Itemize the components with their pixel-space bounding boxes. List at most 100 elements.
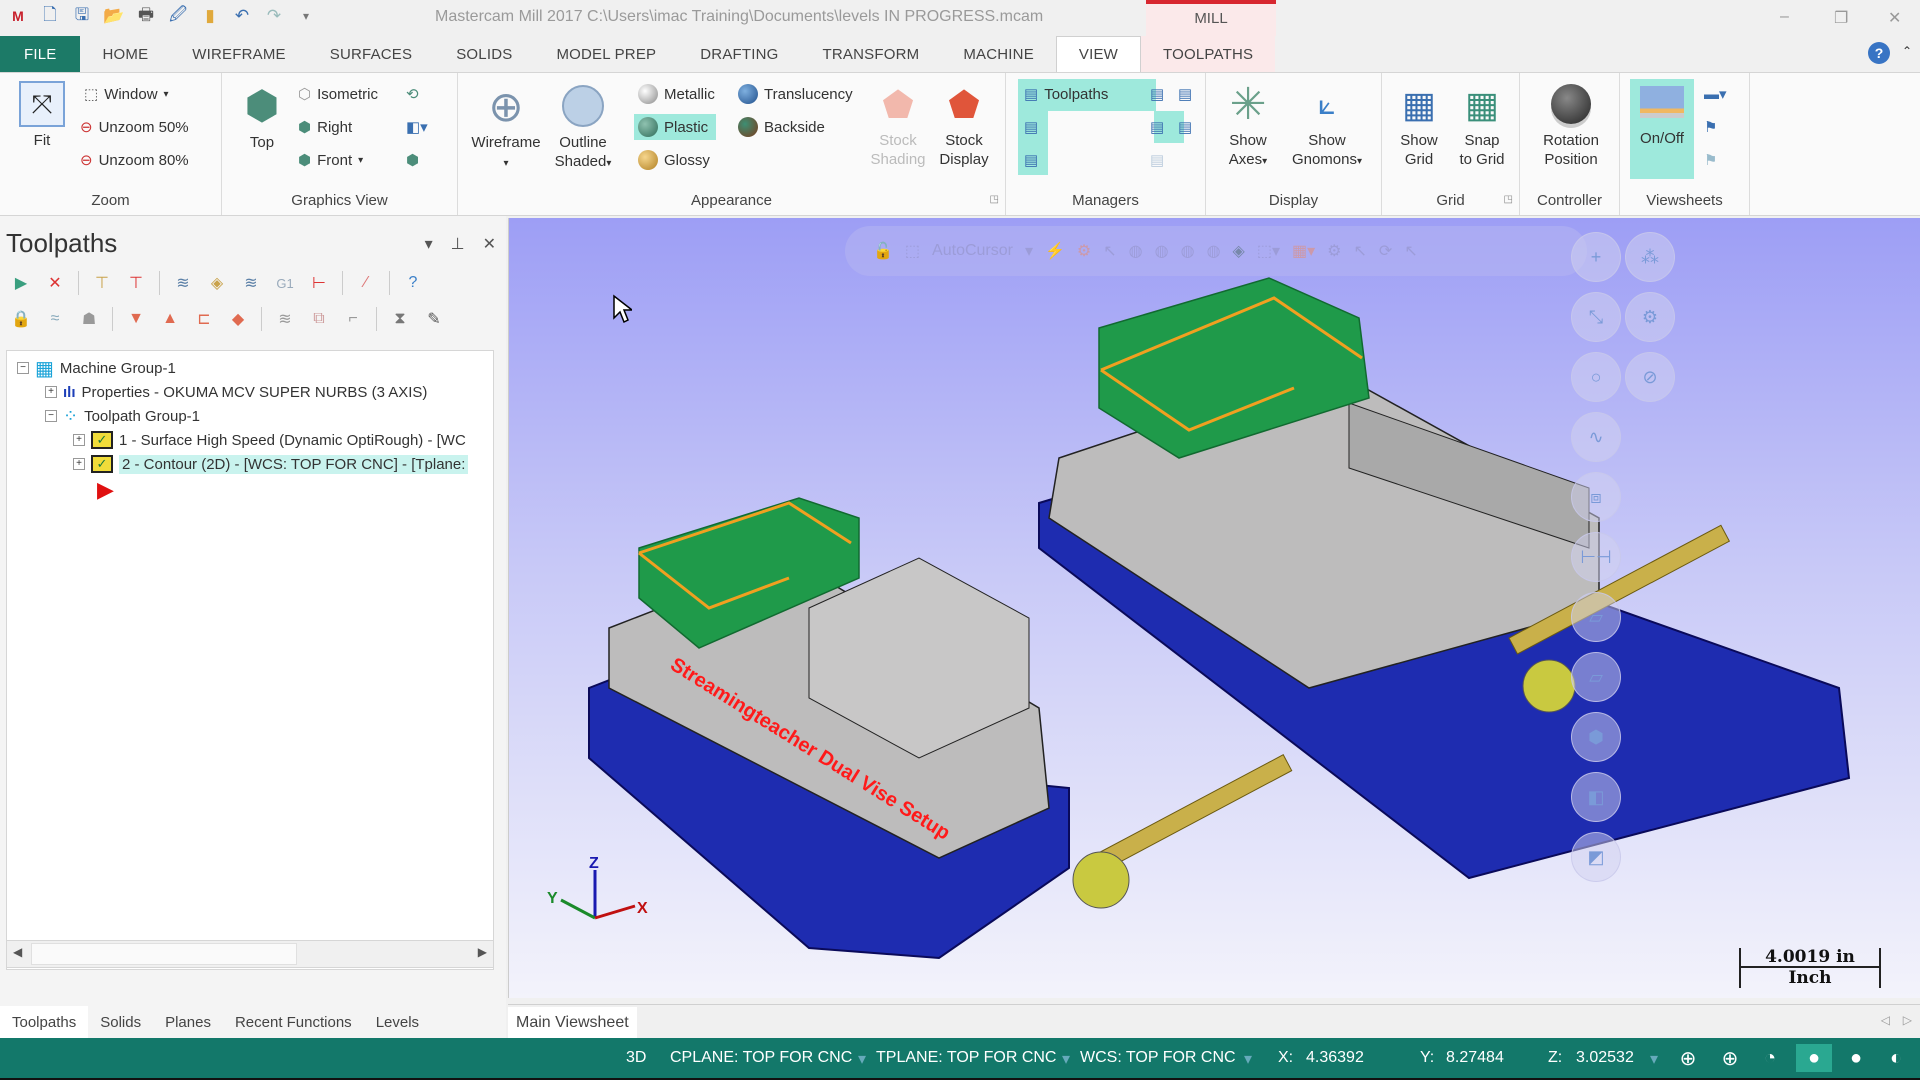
solid-tool-icon[interactable]: ⬢ <box>1571 712 1621 762</box>
box-tool-icon[interactable]: ⧈ <box>1571 472 1621 522</box>
print-icon[interactable]: 🖶 <box>134 4 158 28</box>
bottom-tab-levels[interactable]: Levels <box>364 1006 431 1038</box>
tplane-selector[interactable]: TPLANE: TOP FOR CNC <box>876 1049 1056 1067</box>
hidden-line-icon[interactable]: ⊕ <box>1716 1044 1744 1072</box>
select-tool-icon[interactable]: ≋ <box>272 306 298 332</box>
insert-arrow-icon[interactable]: ⊏ <box>191 306 217 332</box>
scrollbar-thumb[interactable] <box>31 943 297 965</box>
scroll-right-icon[interactable]: ▶ <box>478 945 487 959</box>
show-gnomons-button[interactable]: ⟀ Show Gnomons▾ <box>1282 81 1372 171</box>
horizontal-scrollbar[interactable]: ◀ ▶ <box>6 940 494 968</box>
save-view-icon[interactable]: ⬢ <box>402 147 423 173</box>
bottom-tab-solids[interactable]: Solids <box>88 1006 153 1038</box>
simulate-icon[interactable]: ≋ <box>238 270 264 296</box>
recent-functions-manager-icon[interactable]: ▤ <box>1174 114 1196 140</box>
levels-manager-icon[interactable]: ▤ <box>1020 114 1042 140</box>
layers-tool-icon[interactable]: ◩ <box>1571 832 1621 882</box>
isometric-view-button[interactable]: ⬡ Isometric <box>294 81 382 107</box>
art-manager-icon[interactable]: ▤ <box>1146 114 1168 140</box>
move-down-icon[interactable]: ▼ <box>123 306 149 332</box>
add-viewsheet-icon[interactable]: ▬▾ <box>1700 81 1731 107</box>
redo-icon[interactable]: ↷ <box>262 4 286 28</box>
outline-shaded-button[interactable]: Outline Shaded▾ <box>548 83 618 173</box>
backplot-icon[interactable]: ≋ <box>170 270 196 296</box>
dimension-tool-icon[interactable]: ⊢⊣ <box>1571 532 1621 582</box>
dropdown-icon[interactable]: ▾ <box>1650 1049 1658 1069</box>
toggle-posting-icon[interactable]: ☗ <box>76 306 102 332</box>
help-icon[interactable]: ? <box>400 270 426 296</box>
cube-tool-icon[interactable]: ◧ <box>1571 772 1621 822</box>
high-feed-icon[interactable]: ⁄ <box>353 270 379 296</box>
add-point-tool-icon[interactable]: + <box>1571 232 1621 282</box>
show-grid-button[interactable]: ▦ Show Grid <box>1388 81 1450 169</box>
collapse-icon[interactable]: − <box>17 362 29 374</box>
minimize-button[interactable]: – <box>1780 8 1789 26</box>
customize-qa-icon[interactable]: ▾ <box>294 4 318 28</box>
tab-model-prep[interactable]: MODEL PREP <box>534 36 678 72</box>
g1-icon[interactable]: G1 <box>272 270 298 296</box>
backside-button[interactable]: Backside <box>734 114 829 140</box>
expand-icon[interactable]: + <box>45 386 57 398</box>
cplane-selector[interactable]: CPLANE: TOP FOR CNC <box>670 1049 852 1067</box>
hidden-removed-icon[interactable]: ◔ <box>1756 1044 1784 1072</box>
collapse-ribbon-icon[interactable]: ⌃ <box>1902 44 1912 58</box>
no-entry-tool-icon[interactable]: ⊘ <box>1625 352 1675 402</box>
graphics-viewport[interactable]: 🔓 ⬚ AutoCursor ▾ ⚡ ⚙ ↖ ◍ ◍ ◍ ◍ ◈ ⬚▾ ▦▾ ⚙ … <box>508 218 1920 998</box>
multi-thread-manager-icon[interactable]: ▤ <box>1020 147 1042 173</box>
bookmark-restore-icon[interactable]: ⚑ <box>1700 147 1721 173</box>
tab-drafting[interactable]: DRAFTING <box>678 36 800 72</box>
front-view-button[interactable]: ⬢ Front ▾ <box>294 147 367 173</box>
plastic-button[interactable]: Plastic <box>634 114 716 140</box>
tree-item-machine-group[interactable]: − ▦ Machine Group-1 <box>17 357 176 380</box>
select-dirty-operations-icon[interactable]: ✕ <box>42 270 68 296</box>
tab-solids[interactable]: SOLIDS <box>434 36 534 72</box>
help-icon[interactable]: ? <box>1868 42 1890 64</box>
scroll-left-icon[interactable]: ◀ <box>13 945 22 959</box>
stock-tool-icon[interactable]: ▱ <box>1571 592 1621 642</box>
select-geometry-icon[interactable]: ⧉ <box>306 306 332 332</box>
shaded-display-icon[interactable]: ● <box>1796 1044 1832 1072</box>
insert-arrow-marker[interactable]: ▶ <box>97 477 114 502</box>
save-icon[interactable]: 🖫 <box>70 4 94 28</box>
translucency-display-icon[interactable]: ◐ <box>1882 1044 1910 1072</box>
tab-transform[interactable]: TRANSFORM <box>801 36 942 72</box>
solids-manager-icon[interactable]: ▤ <box>1146 81 1168 107</box>
viewsheets-onoff-button[interactable]: On/Off <box>1630 79 1694 179</box>
tab-wireframe[interactable]: WIREFRAME <box>170 36 307 72</box>
panel-dropdown-icon[interactable]: ▾ <box>425 234 433 254</box>
line-tool-icon[interactable]: ⤡ <box>1571 292 1621 342</box>
select-all-operations-icon[interactable]: ▶ <box>8 270 34 296</box>
move-up-icon[interactable]: ▲ <box>157 306 183 332</box>
close-button[interactable]: ✕ <box>1888 8 1901 28</box>
window-zoom-button[interactable]: ⬚ Window ▾ <box>80 81 173 107</box>
color-palette-tool-icon[interactable]: ⁂ <box>1625 232 1675 282</box>
show-axes-button[interactable]: ✳ Show Axes▾ <box>1220 81 1276 171</box>
rotation-position-button[interactable]: Rotation Position <box>1530 81 1612 169</box>
top-view-button[interactable]: ⬢ Top <box>234 83 290 152</box>
tree-item-operation-1[interactable]: + ✓ 1 - Surface High Speed (Dynamic Opti… <box>73 429 466 451</box>
z-coordinate[interactable]: 3.02532 <box>1576 1049 1634 1067</box>
planes-manager-icon[interactable]: ▤ <box>1174 81 1196 107</box>
new-file-icon[interactable]: 🗋 <box>38 4 62 28</box>
shaded-outline-icon[interactable]: ● <box>1842 1044 1870 1072</box>
right-view-button[interactable]: ⬢ Right <box>294 114 356 140</box>
folder-icon[interactable]: ▮ <box>198 4 222 28</box>
machine-simulation-icon[interactable]: ⧗ <box>387 306 413 332</box>
regenerate-dirty-icon[interactable]: ⊤ <box>123 270 149 296</box>
wireframe-button[interactable]: ⊕ Wireframe ▾ <box>470 83 542 173</box>
undo-icon[interactable]: ↶ <box>230 4 254 28</box>
toolpath-filter-icon[interactable]: ⌐ <box>340 306 366 332</box>
edit-operation-icon[interactable]: ✎ <box>421 306 447 332</box>
toolpaths-manager-button[interactable]: ▤ Toolpaths <box>1020 81 1112 107</box>
panel-close-icon[interactable]: ✕ <box>483 234 496 254</box>
stock-shading-button[interactable]: ⬟ Stock Shading <box>866 81 930 169</box>
tab-home[interactable]: HOME <box>80 36 170 72</box>
stock-tool-2-icon[interactable]: ▱ <box>1571 652 1621 702</box>
save-as-icon[interactable]: 🖉 <box>166 4 190 28</box>
stock-display-button[interactable]: ⬟ Stock Display <box>932 81 996 169</box>
translucency-button[interactable]: Translucency <box>734 81 857 107</box>
x-coordinate[interactable]: 4.36392 <box>1306 1049 1364 1067</box>
dropdown-icon[interactable]: ▾ <box>1062 1049 1070 1069</box>
viewsheet-next-icon[interactable]: ▷ <box>1903 1013 1912 1027</box>
viewsheet-prev-icon[interactable]: ◁ <box>1881 1013 1890 1027</box>
